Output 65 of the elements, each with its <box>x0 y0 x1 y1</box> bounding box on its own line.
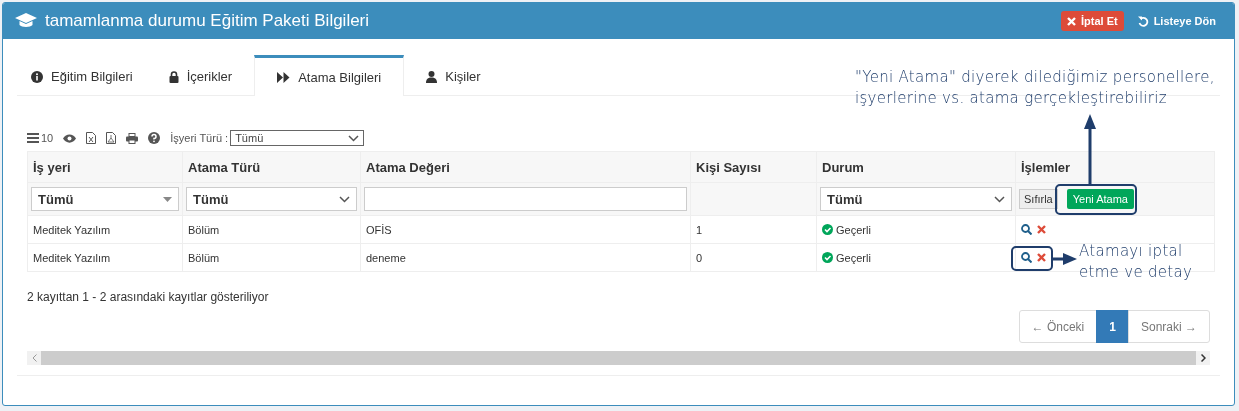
caret-icon <box>163 196 172 202</box>
column-header: Kişi Sayısı <box>690 151 817 183</box>
delete-icon[interactable] <box>1037 225 1046 234</box>
chevron-down-icon <box>348 134 360 142</box>
fast-forward-icon <box>277 71 291 83</box>
page-size-button[interactable]: 10 <box>27 132 54 144</box>
lock-icon <box>168 70 179 83</box>
chevron-down-icon <box>339 195 350 203</box>
filter-label: İşyeri Türü : <box>170 132 229 144</box>
page-title: tamamlanma durumu Eğitim Paketi Bilgileri <box>45 11 371 31</box>
column-header: Durum <box>816 151 1016 183</box>
table-cell: Meditek Yazılım <box>27 243 183 272</box>
table-cell: Meditek Yazılım <box>27 215 183 244</box>
horizontal-scrollbar[interactable] <box>27 351 1210 365</box>
chevron-right-icon[interactable] <box>1200 354 1206 362</box>
tab[interactable]: Eğitim Bilgileri <box>17 55 147 95</box>
status-text: Geçerli <box>836 251 871 264</box>
highlight-frame <box>1011 246 1053 271</box>
table-cell: 0 <box>690 243 817 272</box>
value-filter-field[interactable] <box>364 187 687 211</box>
list-icon <box>27 133 39 143</box>
next-button[interactable]: Sonraki → <box>1127 310 1210 343</box>
help-icon[interactable] <box>148 132 161 144</box>
type-filter-select[interactable]: Tümü <box>186 187 357 211</box>
table-cell: 1 <box>690 215 817 244</box>
check-circle-icon <box>822 224 833 235</box>
cancel-button[interactable]: İptal Et <box>1060 11 1124 31</box>
column-header: İş yeri <box>27 151 183 183</box>
annotation-text: Atamayı iptal etme ve detay <box>1079 241 1194 283</box>
chevron-down-icon <box>994 195 1005 203</box>
arrow <box>1083 114 1097 184</box>
eye-icon[interactable] <box>63 133 77 143</box>
page-button[interactable]: 1 <box>1096 310 1129 343</box>
records-info: 2 kayıttan 1 - 2 arasındaki kayıtlar gösteriliyor <box>27 290 270 304</box>
search-icon[interactable] <box>1021 224 1032 235</box>
table-cell: OFİS <box>360 215 691 244</box>
column-header: İşlemler <box>1015 151 1215 183</box>
tab[interactable]: İçerikler <box>154 55 247 95</box>
workplace-type-select[interactable]: Tümü <box>230 130 365 146</box>
back-to-list-button[interactable]: Listeye Dön <box>1131 11 1222 31</box>
table-cell: Bölüm <box>182 215 361 244</box>
table-cell: deneme <box>360 243 691 272</box>
reset-button[interactable]: Sıfırla <box>1019 189 1058 209</box>
user-icon <box>426 70 438 83</box>
status-text: Geçerli <box>836 223 871 236</box>
undo-icon <box>1137 15 1149 27</box>
workplace-filter-select[interactable]: Tümü <box>31 187 179 211</box>
status-filter-select[interactable]: Tümü <box>820 187 1012 211</box>
print-icon[interactable] <box>126 132 139 144</box>
check-circle-icon <box>822 252 833 263</box>
tab[interactable]: Atama Bilgileri <box>254 55 405 96</box>
info-icon <box>31 70 43 83</box>
arrow <box>1053 252 1077 266</box>
table-cell: Bölüm <box>182 243 361 272</box>
graduation-cap-icon <box>15 13 37 29</box>
tab[interactable]: Kişiler <box>412 55 495 95</box>
column-header: Atama Türü <box>182 151 361 183</box>
annotation-text: "Yeni Atama" diyerek dilediğimiz personellere, işyerlerine vs. atama gerçekleştirebiliriz <box>855 67 1216 109</box>
delete-icon[interactable] <box>1037 253 1046 262</box>
pdf-file-icon[interactable] <box>106 132 117 144</box>
search-icon[interactable] <box>1021 252 1032 263</box>
previous-button[interactable]: ← Önceki <box>1018 310 1098 343</box>
column-header: Atama Değeri <box>360 151 691 183</box>
excel-file-icon[interactable] <box>86 132 97 144</box>
close-icon <box>1066 16 1076 26</box>
